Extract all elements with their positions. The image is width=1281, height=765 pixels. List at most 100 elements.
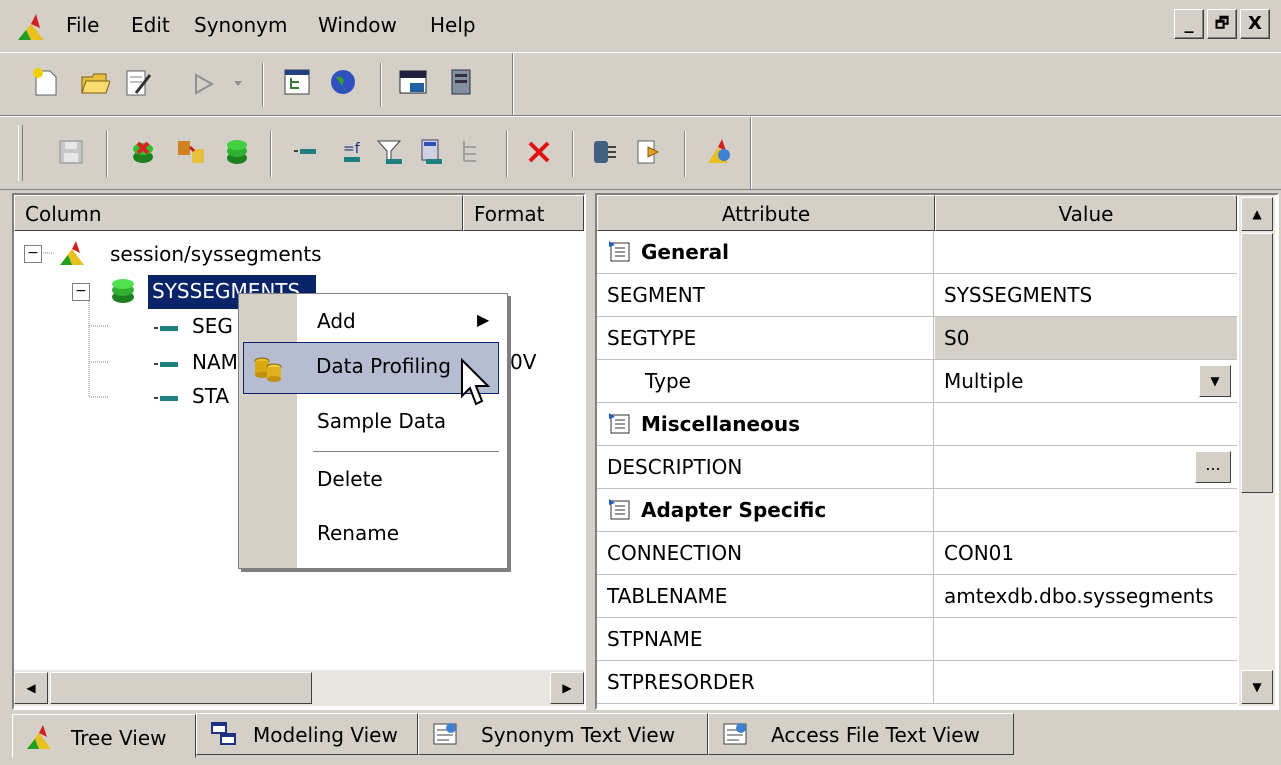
segment-red-icon[interactable] [128,137,158,167]
toolbar-main [0,52,1281,116]
edit-file-icon[interactable] [122,67,152,97]
property-category-adapter[interactable]: Adapter Specific [597,489,1237,532]
tab-label: Tree View [71,726,167,750]
collapse-root-icon[interactable]: − [24,245,42,263]
property-value[interactable] [935,661,1237,703]
synonym-properties-icon[interactable] [704,137,734,167]
run-dropdown-icon[interactable] [232,77,244,89]
tree-field-label[interactable]: NAM [192,350,238,374]
scroll-right-icon[interactable]: ▶ [550,672,584,704]
segment-add-icon[interactable] [222,137,252,167]
context-menu-item-rename[interactable]: Rename [241,512,503,556]
tab-access-file-text-view[interactable]: Access File Text View [708,713,1014,755]
computed-field-icon[interactable]: =f [334,137,364,167]
property-category-general[interactable]: General [597,231,1237,274]
context-menu-item-add[interactable]: Add ▶ [241,300,503,344]
tree-structure-icon[interactable] [282,67,312,97]
field-icon [154,326,178,331]
property-name: CONNECTION [597,532,934,574]
toolbar-synonym: =f [0,116,1281,190]
type-select[interactable]: Multiple [935,360,1237,402]
tree-root-label[interactable]: session/syssegments [110,242,322,266]
scroll-left-icon[interactable]: ◀ [14,672,48,704]
data-profiling-icon [254,357,282,382]
segment-icon [112,279,134,303]
properties-pane: Attribute Value General SEGMENT SYSSEGME… [595,193,1279,710]
tree-field-format: 0V [510,350,537,374]
property-value[interactable]: CON01 [935,532,1237,574]
property-row-segtype[interactable]: SEGTYPE S0 [597,317,1237,360]
filter-icon[interactable] [374,137,404,167]
menu-edit[interactable]: Edit [131,13,170,37]
property-name: DESCRIPTION [597,446,934,488]
menu-file[interactable]: File [66,13,99,37]
synonym-text-icon [433,723,457,745]
description-ellipsis-button[interactable]: ... [1195,451,1231,483]
restore-button[interactable]: 🗗 [1207,9,1237,39]
property-name: STPRESORDER [597,661,934,703]
tab-modeling-view[interactable]: Modeling View [196,713,418,755]
svg-text:=f: =f [343,141,361,157]
property-value[interactable]: SYSSEGMENTS [935,274,1237,316]
property-name: Type [597,360,934,402]
database-icon[interactable] [590,137,620,167]
property-value[interactable] [935,618,1237,660]
scroll-down-icon[interactable]: ▼ [1241,670,1273,704]
console-window-icon[interactable] [398,67,428,97]
toolbar-separator [106,131,108,177]
menu-help[interactable]: Help [430,13,476,37]
property-category-misc[interactable]: Miscellaneous [597,403,1237,446]
property-row-tablename[interactable]: TABLENAME amtexdb.dbo.syssegments [597,575,1237,618]
property-row-segment[interactable]: SEGMENT SYSSEGMENTS [597,274,1237,317]
tree-view-icon [27,725,51,749]
horizontal-scrollbar[interactable]: ◀ ▶ [14,670,584,706]
export-icon[interactable] [634,137,664,167]
open-folder-icon[interactable] [80,67,110,97]
calculator-icon[interactable] [414,137,444,167]
minimize-button[interactable]: _ [1174,9,1204,39]
property-row-stpname[interactable]: STPNAME [597,618,1237,661]
tab-tree-view[interactable]: Tree View [12,714,196,758]
property-row-connection[interactable]: CONNECTION CON01 [597,532,1237,575]
scroll-thumb[interactable] [1241,233,1273,493]
delete-icon[interactable] [524,137,554,167]
property-row-stpresorder[interactable]: STPRESORDER [597,661,1237,704]
run-icon[interactable] [190,69,220,99]
scroll-up-icon[interactable]: ▲ [1241,197,1273,231]
segment-link-icon[interactable] [176,137,206,167]
toolbar-separator [684,131,686,177]
type-dropdown-icon[interactable]: ▼ [1199,365,1231,397]
hierarchy-icon[interactable] [456,137,486,167]
property-row-description[interactable]: DESCRIPTION ... [597,446,1237,489]
menu-bar: File Edit Synonym Window Help _ 🗗 X [0,0,1281,52]
property-name: STPNAME [597,618,934,660]
column-header[interactable]: Column [14,195,463,231]
attribute-header[interactable]: Attribute [597,195,935,231]
close-button[interactable]: X [1240,9,1270,39]
server-icon[interactable] [446,67,476,97]
property-value[interactable] [935,446,1237,488]
insert-field-icon[interactable] [290,137,320,167]
toolbar-grip [18,125,23,181]
tree-field-label[interactable]: STA [192,384,229,408]
format-header[interactable]: Format [463,195,584,231]
scroll-thumb[interactable] [50,672,312,704]
new-file-icon[interactable] [30,67,60,97]
category-label: Adapter Specific [597,489,934,531]
property-value[interactable]: S0 [935,317,1237,359]
context-menu-item-delete[interactable]: Delete [241,458,503,502]
tab-synonym-text-view[interactable]: Synonym Text View [418,713,708,755]
property-row-type[interactable]: Type Multiple ▼ [597,360,1237,403]
value-header[interactable]: Value [935,195,1237,231]
tab-label: Access File Text View [771,723,980,747]
collapse-segment-icon[interactable]: − [72,283,90,301]
vertical-scrollbar[interactable]: ▲ ▼ [1239,195,1275,706]
property-value[interactable]: amtexdb.dbo.syssegments [935,575,1237,617]
save-icon[interactable] [56,137,86,167]
menu-synonym[interactable]: Synonym [194,13,287,37]
tree-field-label[interactable]: SEG [192,314,233,338]
menu-window[interactable]: Window [318,13,397,37]
globe-icon[interactable] [328,67,358,97]
category-label: General [597,231,934,273]
context-menu-label: Data Profiling [316,354,451,378]
